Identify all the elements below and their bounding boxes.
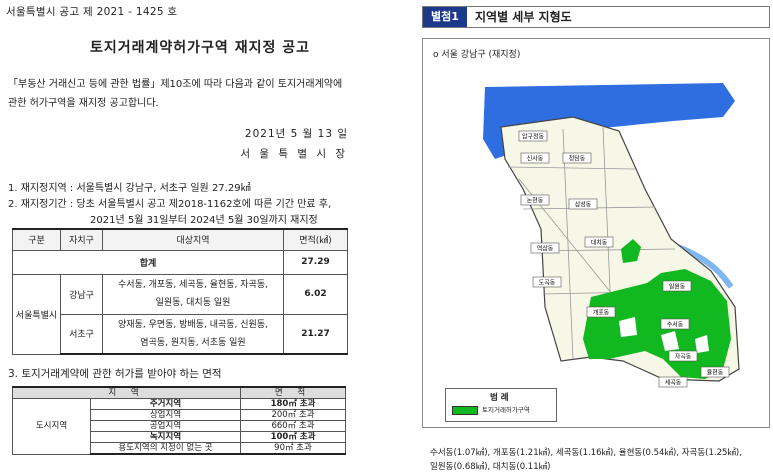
page-title: 토지거래계약허가구역 재지정 공고	[90, 40, 310, 56]
svg-text:삼성동: 삼성동	[575, 201, 592, 209]
svg-text:수서동: 수서동	[667, 321, 684, 329]
map-label: 율현동	[700, 366, 730, 378]
zone-area: 200㎡ 초과	[240, 409, 346, 421]
attachment-header: 별첨1 지역별 세부 지형도	[422, 6, 770, 28]
zone-area: 100㎡ 초과	[240, 431, 346, 443]
map-label: 청담동	[562, 152, 592, 164]
map-label: 역삼동	[530, 242, 560, 254]
map-label: 논현동	[520, 194, 550, 206]
map-label: 세곡동	[658, 376, 688, 388]
svg-text:신사동: 신사동	[527, 155, 544, 163]
svg-text:율현동: 율현동	[707, 369, 724, 377]
area-summary: 수서동(1.07㎢), 개포동(1.21㎢), 세곡동(1.16㎢), 율현동(…	[430, 446, 773, 474]
table-row: 도시지역 주거지역 180㎡ 초과	[12, 398, 346, 455]
svg-text:일원동: 일원동	[669, 283, 686, 291]
col-header: 면적(㎢)	[283, 228, 348, 251]
attachment-title: 지역별 세부 지형도	[475, 10, 572, 24]
col-header: 자치구	[60, 228, 103, 251]
map-label: 수서동	[660, 318, 690, 330]
map-panel: o 서울 강남구 (재지정) 압구정동 신사동 청담동 논현동 삼성동 역삼동 …	[422, 38, 770, 428]
zone-area: 90㎡ 초과	[240, 442, 346, 455]
permit-area-table: 지 역 면 적 도시지역 주거지역 180㎡ 초과 상업지역 200㎡ 초과 공…	[12, 386, 346, 455]
intro-line: 「부동산 거래신고 등에 관한 법률」제10조에 따라 다음과 같이 토지거래계…	[8, 79, 343, 90]
zone-group: 도시지역	[12, 398, 91, 455]
map-label: 신사동	[520, 152, 550, 164]
svg-text:압구정동: 압구정동	[522, 133, 545, 141]
region-cell: 서울특별시	[12, 273, 61, 355]
map-label: 일원동	[662, 280, 692, 292]
zone-area: 180㎡ 초과	[240, 398, 346, 410]
svg-text:청담동: 청담동	[569, 156, 586, 163]
map-label: 대치동	[584, 236, 614, 248]
svg-text:세곡동: 세곡동	[665, 379, 682, 387]
col-header: 대상지역	[102, 228, 284, 251]
svg-text:개포동: 개포동	[593, 309, 610, 317]
zone-area: 660㎡ 초과	[240, 420, 346, 432]
area-table: 구분 자치구 대상지역 면적(㎢) 합계 27.29 서울특별시 강남구 수서동…	[12, 228, 348, 355]
svg-text:대치동: 대치동	[591, 239, 608, 247]
svg-text:역삼동: 역삼동	[537, 245, 554, 253]
area-summary-line: 일원동(0.68㎢), 대치동(0.11㎢)	[430, 462, 551, 472]
legend-swatch	[452, 406, 478, 415]
map-label: 압구정동	[518, 130, 548, 142]
redesignation-period-cont: 2021년 5월 31일부터 2024년 5월 30일까지 재지정	[90, 215, 318, 226]
legend-label: 토지거래허가구역	[482, 406, 530, 414]
district-map: 압구정동신사동 청담동논현동삼성동역삼동 대치동도곡동개포동 일원동수서동자곡동율현동…	[483, 83, 740, 388]
table-row: 서울특별시 강남구 수서동, 개포동, 세곡동, 율현동, 자곡동, 일원동, …	[12, 273, 348, 355]
issuer: 서 울 특 별 시 장	[240, 148, 348, 160]
zone-name: 녹지지역	[90, 431, 241, 443]
notice-date: 2021년 5 월 13 일	[244, 128, 348, 140]
redesignation-period: 2. 재지정기간 : 당초 서울특별시 공고 제2018-1162호에 따른 기…	[8, 199, 332, 210]
map-label: 개포동	[586, 306, 616, 318]
areas-line: 수서동, 개포동, 세곡동, 율현동, 자곡동,	[118, 280, 268, 290]
table-row: 서초구 양재동, 우면동, 방배동, 내곡동, 신원동, 염곡동, 원지동, 서…	[13, 313, 348, 355]
notice-page: 서울특별시 공고 제 2021 - 1425 호 토지거래계약허가구역 재지정 …	[0, 0, 400, 474]
district-cell: 서초구	[60, 313, 103, 355]
col-header: 면 적	[240, 386, 346, 399]
map-legend: 범 례 토지거래허가구역	[445, 388, 557, 422]
map-label: 자곡동	[668, 350, 698, 362]
redesignation-area: 1. 재지정지역 : 서울특별시 강남구, 서초구 일원 27.29㎢	[8, 183, 251, 194]
table-row: 합계 27.29	[12, 249, 348, 275]
notice-number: 서울특별시 공고 제 2021 - 1425 호	[6, 6, 178, 18]
intro-line: 관한 허가구역을 재지정 공고합니다.	[8, 98, 159, 109]
svg-text:도곡동: 도곡동	[539, 280, 556, 287]
intro-text: 「부동산 거래신고 등에 관한 법률」제10조에 따라 다음과 같이 토지거래계…	[8, 75, 393, 113]
area-cell: 6.02	[283, 273, 348, 315]
areas-line: 일원동, 대치동 일원	[155, 298, 231, 308]
attachment-page: 별첨1 지역별 세부 지형도 o 서울 강남구 (재지정) 압구정동 신사동 청…	[408, 0, 773, 474]
areas-cell: 수서동, 개포동, 세곡동, 율현동, 자곡동, 일원동, 대치동 일원	[102, 273, 284, 315]
zone-name: 상업지역	[90, 409, 241, 421]
district-cell: 강남구	[60, 273, 103, 315]
zone-name: 공업지역	[90, 420, 241, 432]
zone-name: 주거지역	[90, 398, 241, 410]
col-header: 지 역	[12, 386, 241, 399]
attachment-tag: 별첨1	[423, 7, 467, 27]
svg-text:자곡동: 자곡동	[675, 353, 692, 361]
areas-line: 염곡동, 원지동, 서초동 일원	[140, 337, 246, 348]
section-heading: 3. 토지거래계약에 관한 허가를 받아야 하는 면적	[8, 368, 222, 380]
area-summary-line: 수서동(1.07㎢), 개포동(1.21㎢), 세곡동(1.16㎢), 율현동(…	[430, 448, 742, 458]
area-cell: 21.27	[283, 313, 348, 355]
map-label: 삼성동	[568, 198, 598, 210]
total-label: 합계	[12, 249, 284, 275]
svg-text:논현동: 논현동	[527, 197, 544, 205]
areas-cell: 양재동, 우면동, 방배동, 내곡동, 신원동, 염곡동, 원지동, 서초동 일…	[102, 313, 284, 355]
zone-name: 용도지역의 지정이 없는 곳	[90, 442, 241, 455]
map-label: 도곡동	[532, 276, 562, 288]
areas-line: 양재동, 우면동, 방배동, 내곡동, 신원동,	[118, 319, 268, 330]
legend-title: 범 례	[490, 393, 509, 403]
total-value: 27.29	[283, 249, 348, 275]
col-header: 구분	[12, 228, 61, 251]
